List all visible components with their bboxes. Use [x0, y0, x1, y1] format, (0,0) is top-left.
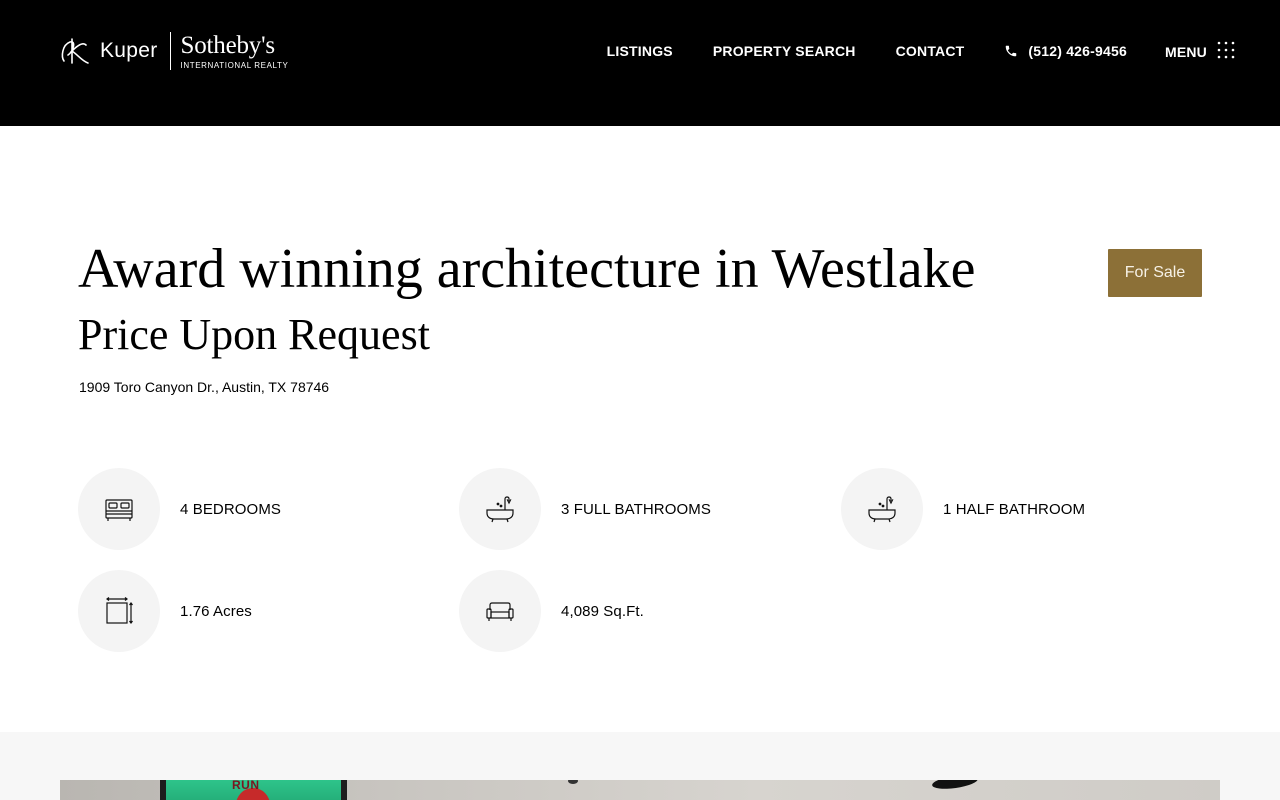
photo-lamp [931, 780, 979, 792]
nav-phone-number: (512) 426-9456 [1028, 43, 1127, 59]
main-nav: LISTINGS PROPERTY SEARCH CONTACT (512) 4… [607, 41, 1235, 60]
nav-listings-link[interactable]: LISTINGS [607, 43, 673, 59]
feature-icon-circle [78, 570, 160, 652]
feature-square-feet: 4,089 Sq.Ft. [459, 570, 644, 652]
nav-menu-button[interactable]: MENU [1164, 41, 1235, 60]
feature-full-bathrooms: 3 FULL BATHROOMS [459, 468, 711, 550]
nav-property-search-link[interactable]: PROPERTY SEARCH [713, 43, 856, 59]
phone-icon [1006, 45, 1017, 57]
nav-contact-link[interactable]: CONTACT [896, 43, 965, 59]
listing-title: Award winning architecture in Westlake [78, 238, 976, 300]
bathtub-icon [486, 496, 514, 523]
feature-icon-circle [459, 570, 541, 652]
gallery-photo[interactable]: RUN [60, 780, 1220, 800]
kuper-monogram-icon [61, 38, 89, 64]
feature-label: 4,089 Sq.Ft. [561, 602, 644, 620]
photo-fixture [568, 780, 578, 784]
logo-sothebys: Sotheby's INTERNATIONAL REALTY [181, 33, 289, 70]
status-badge: For Sale [1108, 249, 1202, 297]
photo-artwork-text: RUN [232, 780, 260, 792]
listing-address: 1909 Toro Canyon Dr., Austin, TX 78746 [79, 379, 330, 395]
site-logo[interactable]: Kuper Sotheby's INTERNATIONAL REALTY [58, 30, 288, 72]
feature-icon-circle [841, 468, 923, 550]
bed-icon [105, 499, 133, 521]
logo-divider [169, 32, 171, 70]
feature-label: 1 HALF BATHROOM [943, 500, 1086, 518]
nav-menu-label: MENU [1164, 44, 1207, 60]
sofa-icon [486, 602, 514, 621]
grid-dots-icon [1217, 41, 1235, 59]
lot-size-icon [106, 597, 133, 624]
site-header: Kuper Sotheby's INTERNATIONAL REALTY LIS… [0, 0, 1280, 126]
feature-label: 1.76 Acres [180, 602, 252, 620]
logo-kuper-text: Kuper [100, 39, 158, 62]
feature-icon-circle [78, 468, 160, 550]
logo-subtitle-text: INTERNATIONAL REALTY [180, 60, 289, 70]
bathtub-icon [868, 496, 896, 523]
feature-half-bathroom: 1 HALF BATHROOM [841, 468, 1085, 550]
feature-lot-size: 1.76 Acres [78, 570, 252, 652]
feature-label: 3 FULL BATHROOMS [561, 500, 711, 518]
feature-label: 4 BEDROOMS [180, 500, 282, 518]
logo-brand-text: Sotheby's [180, 31, 276, 59]
nav-phone-link[interactable]: (512) 426-9456 [1004, 43, 1127, 59]
listing-price: Price Upon Request [78, 310, 430, 359]
feature-bedrooms: 4 BEDROOMS [78, 468, 281, 550]
feature-icon-circle [459, 468, 541, 550]
